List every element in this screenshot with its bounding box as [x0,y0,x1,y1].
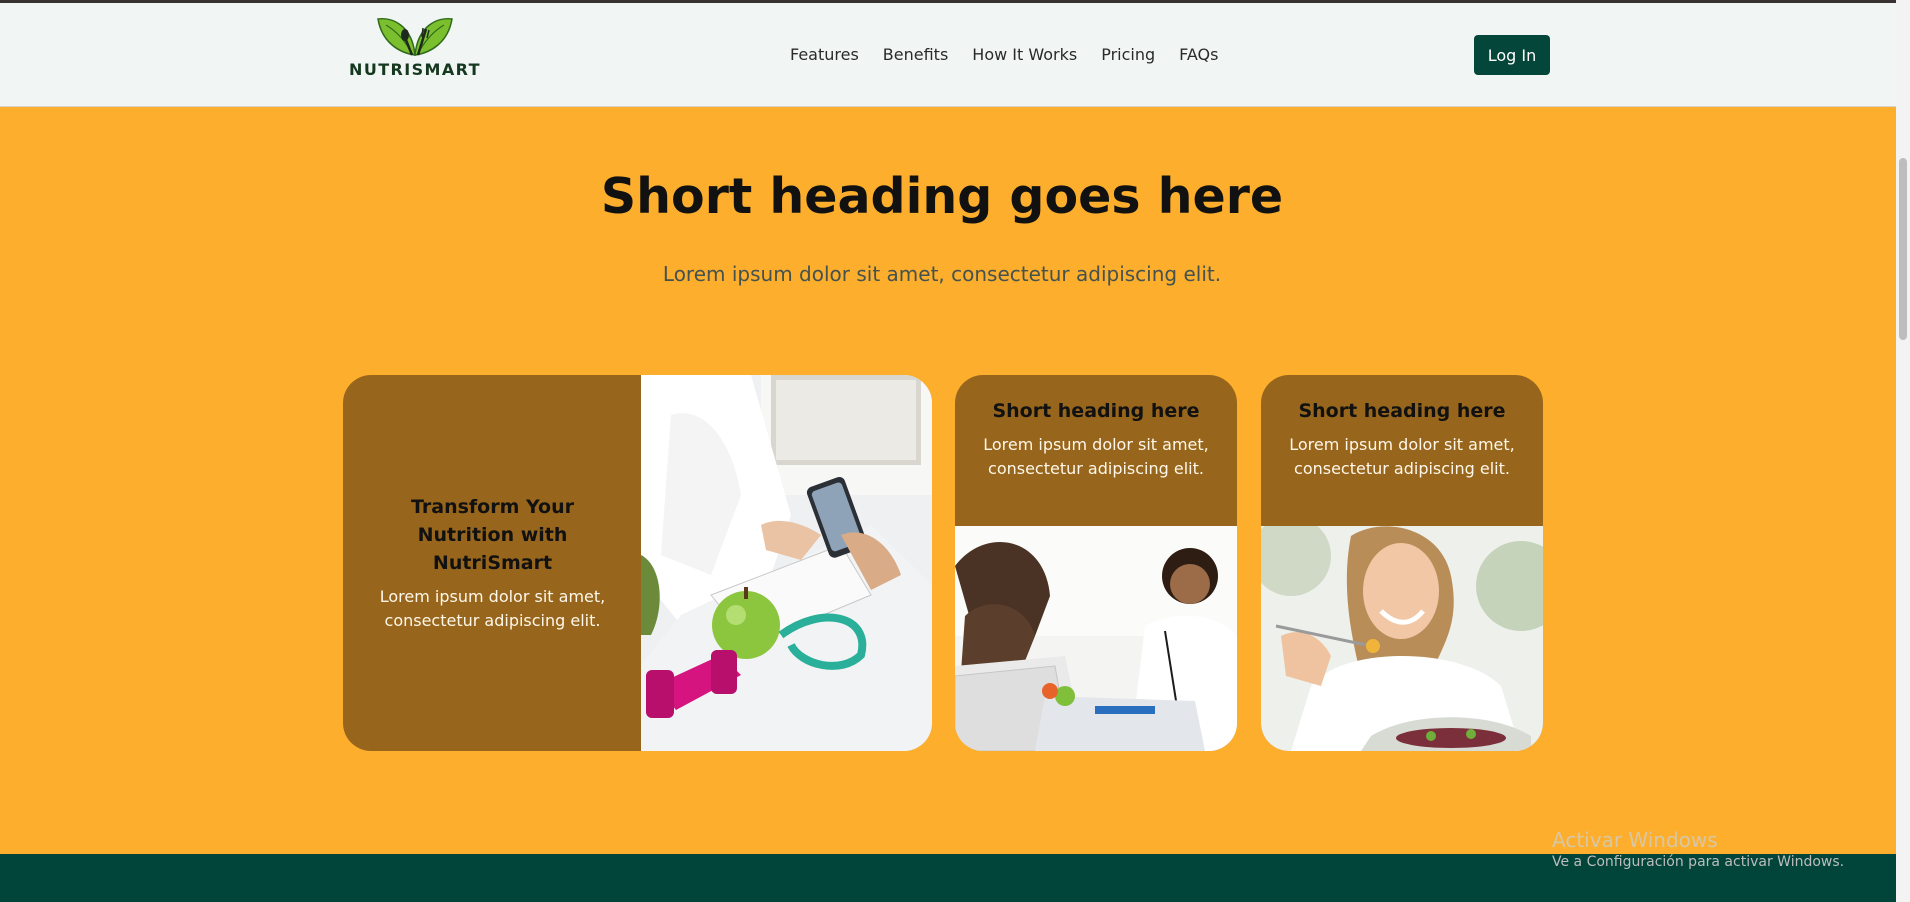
leaf-spoon-fork-icon [377,17,453,56]
nav-link-faqs[interactable]: FAQs [1179,45,1218,64]
login-button[interactable]: Log In [1474,35,1550,75]
nav-link-benefits[interactable]: Benefits [883,45,949,64]
nav-link-features[interactable]: Features [790,45,859,64]
card-text-block: Short heading here Lorem ipsum dolor sit… [955,397,1237,481]
hero-subheading: Lorem ipsum dolor sit amet, consectetur … [662,262,1222,286]
vertical-scrollbar-track[interactable] [1896,0,1910,902]
main-nav: Features Benefits How It Works Pricing F… [790,45,1242,64]
card-description: Lorem ipsum dolor sit amet, consectetur … [1289,435,1515,478]
doctor-consultation-photo [955,526,1237,751]
windows-activation-watermark: Activar Windows Ve a Configuración para … [1552,828,1844,870]
woman-eating-salad-photo [1261,526,1543,751]
card-description: Lorem ipsum dolor sit amet, consectetur … [983,435,1209,478]
watermark-title: Activar Windows [1552,828,1718,852]
nav-link-pricing[interactable]: Pricing [1101,45,1155,64]
feature-card-consultation[interactable]: Short heading here Lorem ipsum dolor sit… [955,375,1237,751]
logo-wordmark: NUTRISMART [349,60,481,79]
card-title: Transform Your Nutrition with NutriSmart [411,496,574,574]
nutritionist-photo [641,375,932,751]
nutrismart-logo[interactable]: NUTRISMART [346,15,484,81]
card-text-block: Short heading here Lorem ipsum dolor sit… [1261,397,1543,481]
nav-link-how-it-works[interactable]: How It Works [972,45,1077,64]
card-title: Short heading here [992,400,1200,422]
card-description: Lorem ipsum dolor sit amet, consectetur … [379,587,606,630]
hero-heading: Short heading goes here [600,168,1284,225]
feature-card-healthy-eating[interactable]: Short heading here Lorem ipsum dolor sit… [1261,375,1543,751]
feature-card-main[interactable]: Transform Your Nutrition with NutriSmart… [343,375,932,751]
card-text-block: Transform Your Nutrition with NutriSmart… [343,375,642,751]
vertical-scrollbar-thumb[interactable] [1899,158,1907,340]
navbar: NUTRISMART Features Benefits How It Work… [0,3,1896,107]
card-title: Short heading here [1298,400,1506,422]
watermark-subtitle: Ve a Configuración para activar Windows. [1552,854,1845,870]
